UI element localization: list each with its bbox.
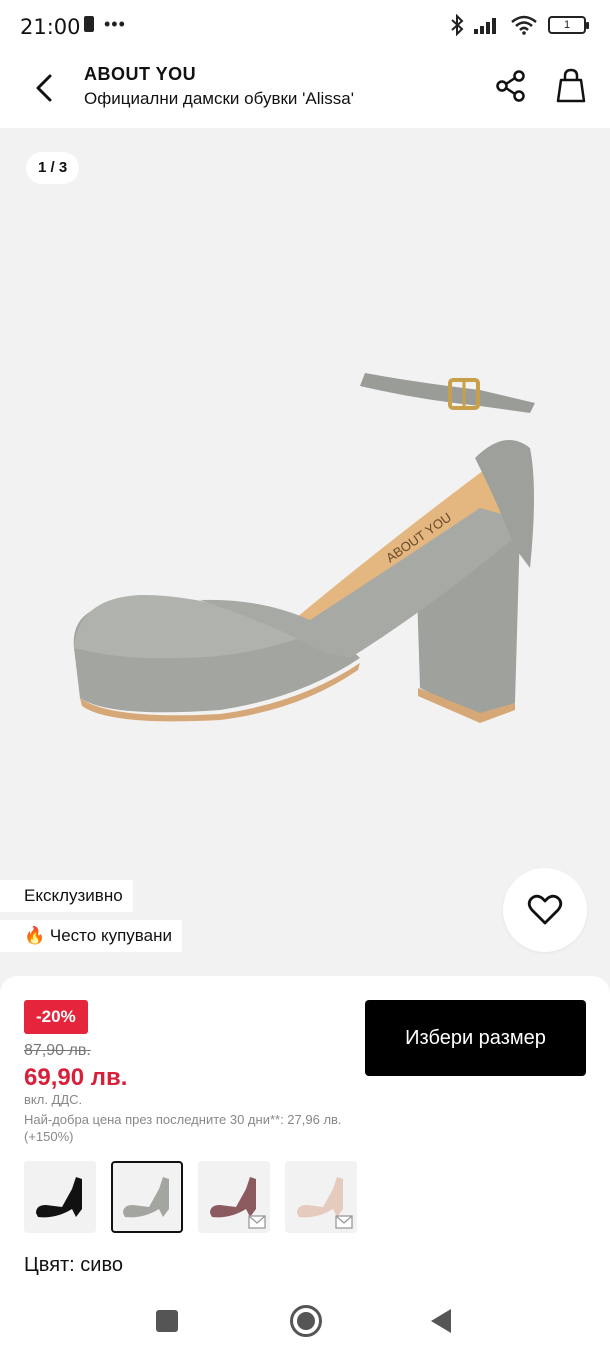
exclusive-badge: Ексклузивно <box>0 880 133 912</box>
color-variant-black[interactable] <box>24 1161 96 1233</box>
app-header: ABOUT YOU Официални дамски обувки 'Aliss… <box>0 56 610 128</box>
best-price-note: Най-добра цена през последните 30 дни**:… <box>24 1112 342 1144</box>
signal-icon <box>474 18 496 34</box>
status-system-icons: 1 <box>450 14 589 36</box>
current-price: 69,90 лв. <box>24 1064 128 1091</box>
vat-note: вкл. ДДС. <box>24 1092 83 1107</box>
system-back-button[interactable] <box>431 1309 451 1333</box>
share-icon <box>496 70 525 102</box>
home-button[interactable] <box>290 1305 322 1337</box>
wishlist-button[interactable] <box>503 868 587 952</box>
status-time: 21:00 <box>20 15 81 39</box>
back-button[interactable] <box>26 70 62 106</box>
color-variants <box>24 1161 357 1233</box>
more-notifications-icon: ••• <box>104 14 126 34</box>
variant-thumbnail <box>36 1177 82 1218</box>
heart-icon <box>527 894 563 925</box>
battery-icon: 1 <box>548 16 589 34</box>
share-button[interactable] <box>494 68 528 104</box>
product-gallery[interactable]: 1 / 3 ABOUT YOU Ексклузивно 🔥 Често купу… <box>0 128 610 1008</box>
system-navigation-bar <box>0 1292 610 1356</box>
status-notification-icons: ••• <box>84 14 126 34</box>
envelope-icon <box>248 1215 266 1229</box>
variant-thumbnail <box>123 1177 169 1218</box>
chevron-left-icon <box>36 74 52 102</box>
color-variant-nude[interactable] <box>285 1161 357 1233</box>
status-bar: 21:00 ••• 1 <box>0 0 610 56</box>
selected-color-label: Цвят: сиво <box>24 1254 123 1276</box>
discount-badge: -20% <box>24 1000 88 1034</box>
sim-card-icon <box>84 16 94 32</box>
wifi-icon <box>511 15 537 35</box>
product-title: Официални дамски обувки 'Alissa' <box>84 89 354 108</box>
product-image[interactable]: ABOUT YOU <box>60 358 550 768</box>
color-variant-grey[interactable] <box>111 1161 183 1233</box>
select-size-button[interactable]: Избери размер <box>365 1000 586 1076</box>
recent-apps-button[interactable] <box>156 1310 178 1332</box>
shopping-bag-icon <box>556 68 586 103</box>
envelope-icon <box>335 1215 353 1229</box>
image-counter: 1 / 3 <box>26 152 80 184</box>
often-bought-badge: 🔥 Често купувани <box>0 920 182 952</box>
purchase-panel: -20% 87,90 лв. 69,90 лв. вкл. ДДС. Най-д… <box>0 976 610 1292</box>
old-price: 87,90 лв. <box>24 1042 91 1059</box>
bluetooth-icon <box>451 14 464 36</box>
color-variant-burgundy[interactable] <box>198 1161 270 1233</box>
shopping-bag-button[interactable] <box>552 66 590 106</box>
home-icon <box>297 1312 315 1330</box>
brand-name: ABOUT YOU <box>84 64 197 84</box>
